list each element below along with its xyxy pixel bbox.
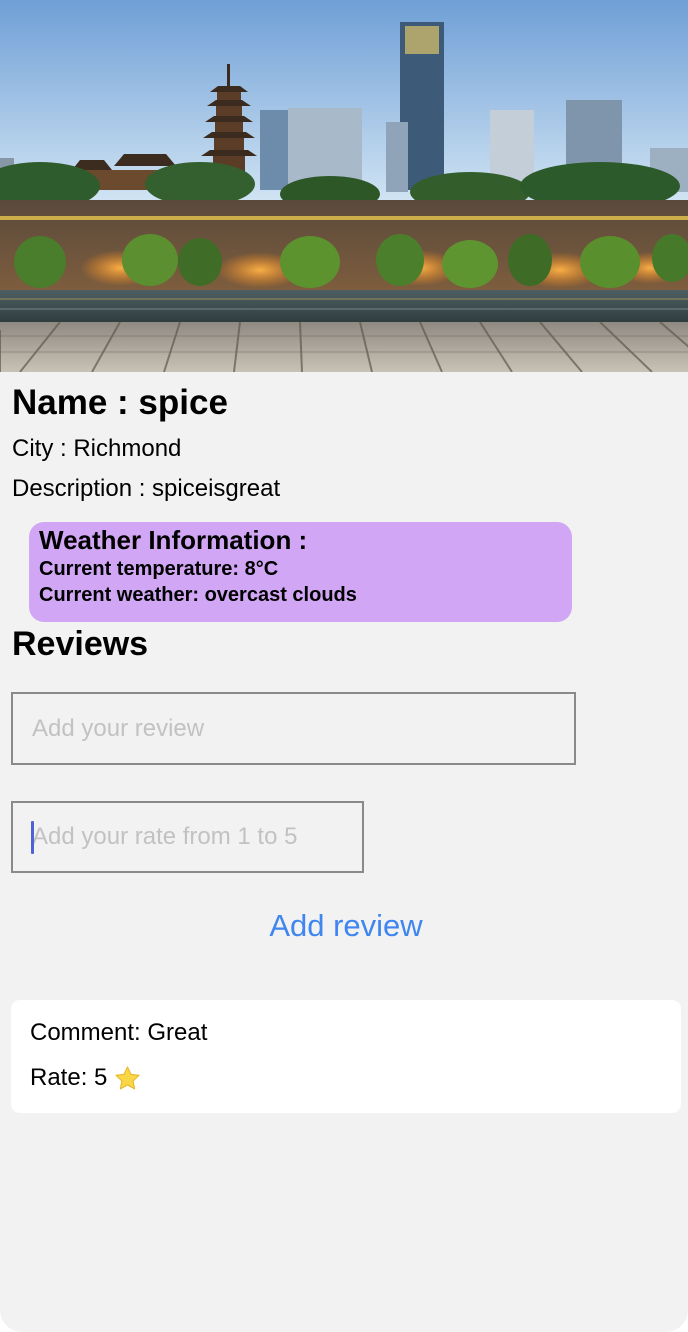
text-cursor bbox=[31, 821, 34, 854]
review-input[interactable] bbox=[11, 692, 576, 765]
rate-input[interactable] bbox=[11, 801, 364, 873]
reviews-heading: Reviews bbox=[12, 625, 149, 663]
restaurant-name: Name : spice bbox=[12, 383, 228, 422]
weather-info-card: Weather Information : Current temperatur… bbox=[29, 522, 572, 622]
city-skyline-photo bbox=[0, 0, 688, 372]
add-review-button[interactable]: Add review bbox=[246, 905, 446, 947]
restaurant-description: Description : spiceisgreat bbox=[12, 475, 281, 502]
review-rate-value: Rate: 5 bbox=[30, 1064, 108, 1091]
weather-title: Weather Information : bbox=[39, 525, 308, 555]
review-card: Comment: Great Rate: 5 bbox=[11, 1000, 681, 1113]
review-comment: Comment: Great bbox=[30, 1019, 208, 1046]
current-temperature: Current temperature: 8°C bbox=[39, 558, 279, 580]
current-weather: Current weather: overcast clouds bbox=[39, 584, 357, 606]
restaurant-detail-screen: Name : spice City : Richmond Description… bbox=[0, 0, 688, 1332]
restaurant-city: City : Richmond bbox=[12, 435, 182, 462]
star-icon bbox=[114, 1065, 141, 1092]
review-rate: Rate: 5 bbox=[30, 1063, 141, 1093]
